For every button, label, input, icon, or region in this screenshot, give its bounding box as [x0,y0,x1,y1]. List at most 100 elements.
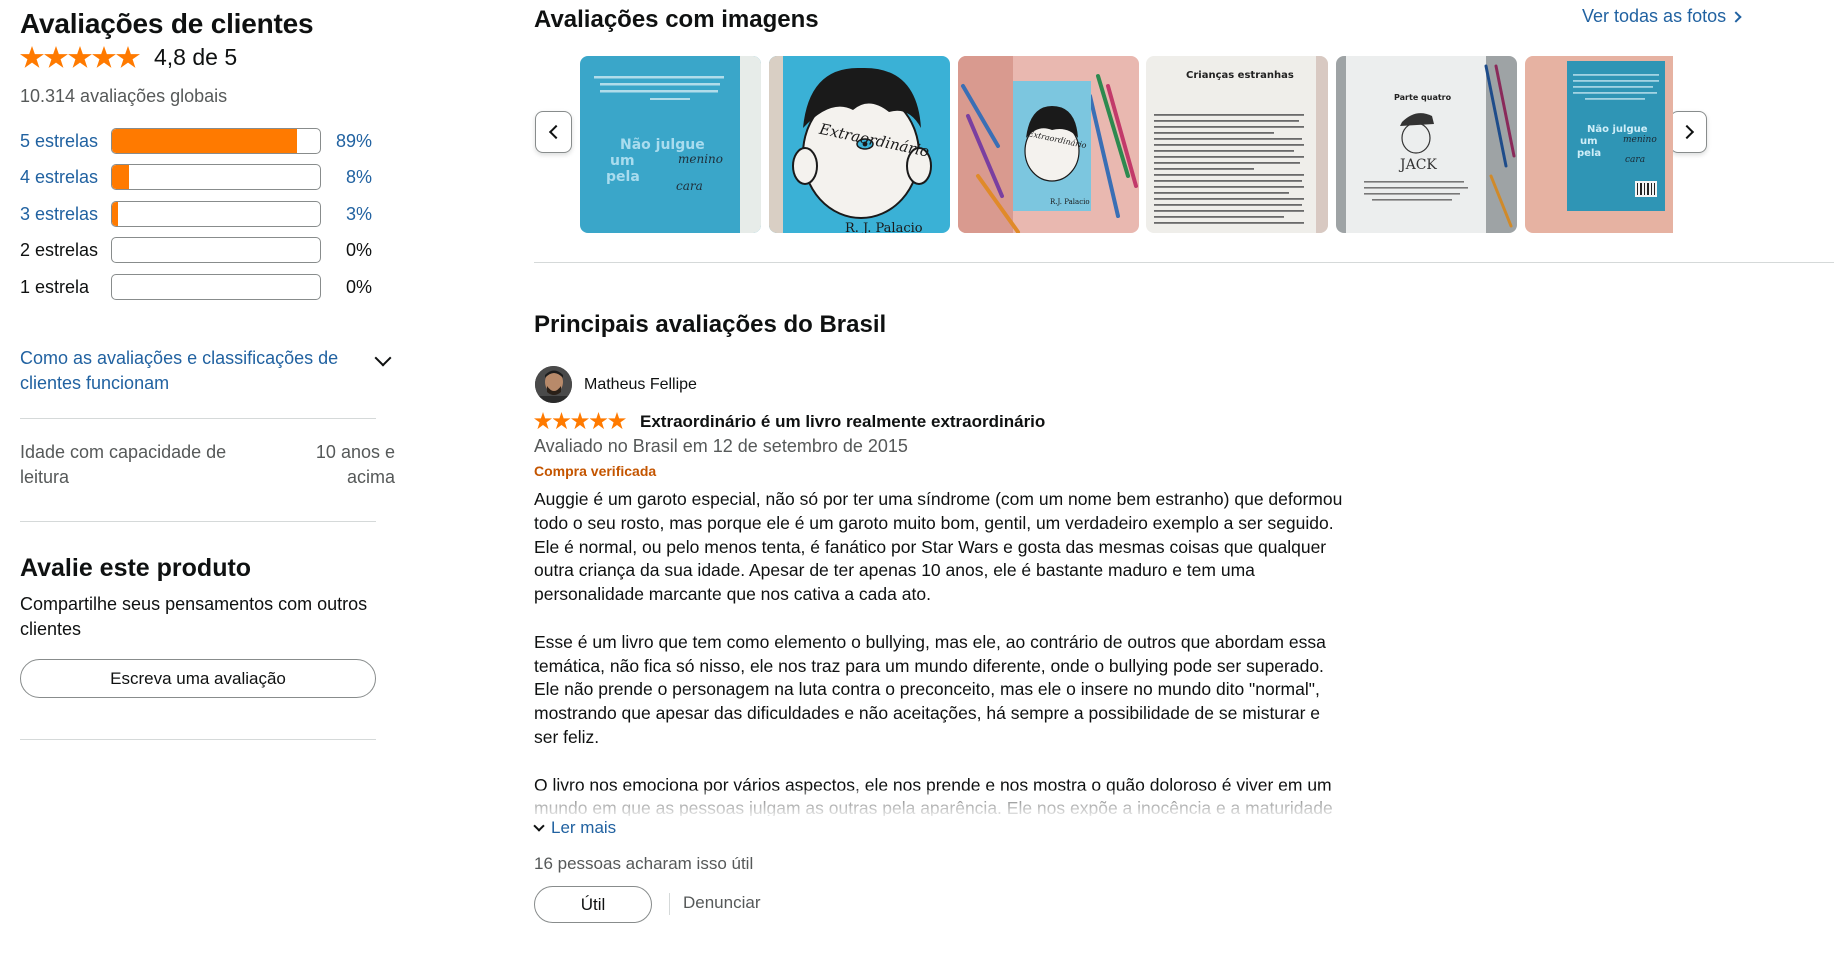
review-image-thumbnail[interactable]: Extraordinário R.J. Palacio [958,56,1139,233]
global-ratings-count: 10.314 avaliações globais [20,86,228,106]
divider [20,418,376,419]
histogram-row-3[interactable]: 3 estrelas 3% [20,200,396,228]
star-icon [589,412,608,430]
review-paragraph: Auggie é um garoto especial, não só por … [534,489,1343,605]
star-icon [92,46,116,68]
star-icon [116,46,140,68]
chevron-right-icon [1679,124,1694,140]
star-icon [608,412,626,430]
histogram-bar[interactable] [111,128,321,154]
star-icon [44,46,68,68]
histogram-fill [112,165,129,189]
customer-reviews-heading: Avaliações de clientes [20,8,314,39]
divider [534,262,1834,263]
histogram-bar[interactable] [111,164,321,190]
histogram-row-4[interactable]: 4 estrelas 8% [20,163,396,191]
divider [669,893,670,915]
thumb-caption-line: um [1580,136,1598,147]
thumb-caption-line: pela [606,169,640,185]
thumb-page-heading: Parte quatro [1394,93,1452,102]
reading-age-value: 10 anos e acima [315,442,395,487]
histogram-label: 2 estrelas [20,239,99,260]
review-stars-icon[interactable] [534,412,627,430]
star-icon [534,412,552,430]
carousel-prev-button[interactable] [535,111,572,153]
review-date: Avaliado no Brasil em 12 de setembro de … [534,436,908,456]
review-image-thumbnail[interactable]: Não julgue um menino pela cara [1525,56,1673,233]
book-page-image: Crianças estranhas [1146,56,1328,233]
report-link[interactable]: Denunciar [683,893,761,913]
chevron-down-icon[interactable] [374,349,392,367]
review-body: Auggie é um garoto especial, não só por … [534,488,1344,816]
histogram-label[interactable]: 3 estrelas [20,204,98,225]
thumb-handwriting: cara [1625,155,1645,165]
chevron-right-icon [1730,10,1742,23]
thumb-caption-line: Não julgue [1587,124,1648,135]
see-all-photos-label[interactable]: Ver todas as fotos [1582,6,1726,27]
review-image-thumbnail[interactable]: Parte quatro JACK [1336,56,1517,233]
histogram-percent[interactable]: 3% [346,204,372,225]
back-cover-image: Não julgue um menino pela cara [1525,56,1673,233]
review-image-thumbnail[interactable]: Extraordinário R. J. Palacio [769,56,950,233]
histogram-bar [111,237,321,263]
star-icon [552,412,571,430]
histogram-fill [112,202,119,226]
review-fade-overlay [534,790,1344,816]
star-icon [571,412,589,430]
reviewer-avatar-image [535,366,572,403]
histogram-row-1: 1 estrela 0% [20,273,396,301]
histogram-bar [111,274,321,300]
helpful-count: 16 pessoas acharam isso útil [534,854,754,873]
review-product-subtitle: Compartilhe seus pensamentos com outros … [20,594,368,639]
verified-purchase-badge: Compra verificada [534,463,657,479]
thumb-handwriting: cara [676,179,703,193]
top-reviews-heading: Principais avaliações do Brasil [534,311,887,338]
thumb-handwriting: menino [1623,135,1657,145]
histogram-row-5[interactable]: 5 estrelas 89% [20,127,396,155]
helpful-button[interactable]: Útil [534,886,652,923]
histogram-label[interactable]: 5 estrelas [20,131,98,152]
write-review-button[interactable]: Escreva uma avaliação [20,659,376,698]
average-stars-icon [20,46,140,69]
wonder-cover-image: Extraordinário R. J. Palacio [769,56,950,233]
histogram-percent[interactable]: 8% [346,167,372,188]
read-more-label[interactable]: Ler mais [551,818,616,838]
book-page-image: Parte quatro JACK [1336,56,1517,233]
divider [20,739,376,740]
see-all-photos-link[interactable]: Ver todas as fotos [1582,6,1742,27]
review-paragraph: Esse é um livro que tem como elemento o … [534,631,1326,747]
thumb-page-heading: Crianças estranhas [1186,70,1294,81]
star-icon [68,46,92,68]
teal-cover-image: Não julgue um menino pela cara [580,56,761,233]
histogram-fill [112,129,298,153]
histogram-row-2: 2 estrelas 0% [20,236,396,264]
review-image-thumbnail[interactable]: Não julgue um menino pela cara [580,56,761,233]
avatar[interactable] [535,366,572,403]
read-more-link[interactable]: Ler mais [533,818,616,838]
reading-age-label: Idade com capacidade de leitura [20,442,227,487]
thumb-caption-line: pela [1577,148,1601,159]
thumb-caption-line: um [610,153,635,169]
histogram-percent: 0% [345,276,372,297]
reviews-with-images-heading: Avaliações com imagens [534,6,819,33]
histogram-label[interactable]: 4 estrelas [20,167,98,188]
review-headline[interactable]: Extraordinário é um livro realmente extr… [640,412,1045,432]
how-ratings-work-link[interactable]: Como as avaliações e classificações de c… [20,346,350,396]
thumb-caption-line: Não julgue [620,137,705,153]
histogram-percent: 0% [345,239,372,260]
thumb-sketch-label: JACK [1398,157,1437,173]
reviewer-name[interactable]: Matheus Fellipe [584,376,697,394]
review-product-heading: Avalie este produto [20,554,252,582]
chevron-left-icon [548,124,563,140]
star-icon [20,46,44,68]
histogram-percent[interactable]: 89% [336,131,372,152]
carousel-next-button[interactable] [1670,111,1707,153]
histogram-label: 1 estrela [20,276,90,297]
thumb-author: R.J. Palacio [1050,198,1090,206]
average-rating: 4,8 de 5 [20,44,237,71]
average-rating-text: 4,8 de 5 [154,44,238,70]
thumb-author: R. J. Palacio [845,221,923,233]
histogram-bar[interactable] [111,201,321,227]
chevron-down-icon [533,820,545,832]
review-image-thumbnail[interactable]: Crianças estranhas [1146,56,1328,233]
